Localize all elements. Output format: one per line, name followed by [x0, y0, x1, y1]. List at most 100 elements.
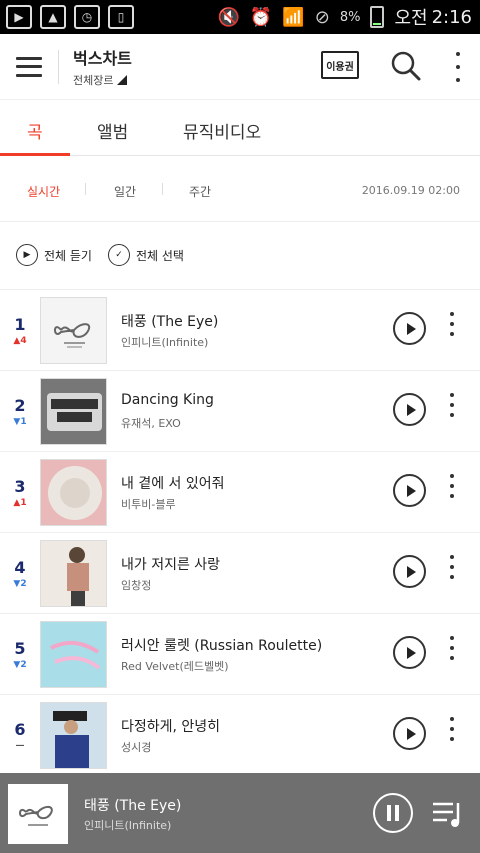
play-icon: [406, 403, 416, 416]
row-more-button[interactable]: [446, 393, 458, 417]
rank-number: 1: [14, 315, 26, 334]
song-artist[interactable]: 성시경: [121, 739, 151, 755]
check-circle-icon: ✓: [108, 244, 130, 266]
battery-icon: [370, 6, 385, 28]
more-options-button[interactable]: [450, 52, 466, 82]
pink-cover-icon: [48, 466, 102, 520]
row-more-button[interactable]: [446, 312, 458, 336]
list-item[interactable]: 6 — 다정하게, 안녕히 성시경: [0, 695, 480, 776]
song-artist[interactable]: 인피니트(Infinite): [121, 334, 208, 350]
mute-icon: 🔇: [217, 6, 240, 28]
play-button[interactable]: [393, 393, 426, 426]
play-button[interactable]: [393, 636, 426, 669]
row-more-button[interactable]: [446, 717, 458, 741]
ticket-button[interactable]: 이용권: [321, 51, 359, 79]
now-playing-cover[interactable]: [8, 784, 68, 844]
play-all-label: 전체 듣기: [44, 248, 92, 263]
page-title: 벅스차트: [73, 49, 132, 68]
row-more-button[interactable]: [446, 636, 458, 660]
play-button[interactable]: [393, 312, 426, 345]
tablet-clock-icon: ◷: [74, 5, 100, 29]
dropdown-corner-icon: [117, 75, 128, 85]
row-more-button[interactable]: [446, 555, 458, 579]
album-cover[interactable]: [40, 540, 107, 607]
song-artist[interactable]: 비투비-블루: [121, 496, 176, 512]
album-cover[interactable]: [40, 378, 107, 445]
chart-date: 2016.09.19 02:00: [361, 184, 460, 197]
playlist-button[interactable]: [431, 799, 465, 829]
pause-button[interactable]: [373, 793, 413, 833]
song-artist[interactable]: 유재석, EXO: [121, 415, 181, 431]
search-button[interactable]: [390, 50, 422, 82]
rank-change: ▼1: [13, 417, 27, 427]
rank-change: —: [15, 741, 25, 751]
select-all-label: 전체 선택: [136, 248, 184, 263]
row-more-button[interactable]: [446, 474, 458, 498]
song-artist[interactable]: 임창정: [121, 577, 151, 593]
pause-icon: [387, 805, 391, 821]
hamburger-icon: [16, 56, 42, 60]
play-icon: [406, 565, 416, 578]
song-title: 태풍 (The Eye): [121, 314, 219, 330]
dancing-king-cover-icon: [47, 393, 102, 431]
rank-change: ▼2: [13, 579, 27, 589]
list-item[interactable]: 1 ▲4 태풍 (The Eye) 인피니트(Infinite): [0, 290, 480, 371]
play-all-button[interactable]: ▶ 전체 듣기: [16, 244, 92, 266]
portrait-cover-icon: [67, 547, 89, 606]
rank-number: 3: [14, 477, 26, 496]
alarm-icon: ⏰: [249, 6, 273, 28]
song-title: 러시안 룰렛 (Russian Roulette): [121, 638, 323, 654]
tab-bar: 곡 앨범 뮤직비디오: [0, 100, 480, 156]
no-signal-icon: ⊘: [314, 6, 330, 28]
rank-change: ▲4: [13, 336, 27, 346]
tab-music-videos[interactable]: 뮤직비디오: [183, 118, 261, 143]
menu-button[interactable]: [16, 56, 42, 77]
now-playing-artist: 인피니트(Infinite): [84, 819, 172, 832]
select-all-button[interactable]: ✓ 전체 선택: [108, 244, 184, 266]
list-item[interactable]: 5 ▼2 러시안 룰렛 (Russian Roulette) Red Velve…: [0, 614, 480, 695]
song-artist[interactable]: Red Velvet(레드벨벳): [121, 658, 229, 674]
album-cover[interactable]: [40, 459, 107, 526]
rank-number: 2: [14, 396, 26, 415]
song-title: 내 곁에 서 있어줘: [121, 476, 225, 492]
traditional-portrait-cover-icon: [53, 711, 89, 768]
video-icon: ▶: [6, 5, 32, 29]
list-actions: ▶ 전체 듣기 ✓ 전체 선택: [0, 222, 480, 290]
playlist-icon: [433, 802, 460, 827]
album-cover[interactable]: [40, 702, 107, 769]
period-separator: [162, 183, 163, 195]
rank-number: 5: [14, 639, 26, 658]
chart-title-block[interactable]: 벅스차트 전체장르: [73, 45, 132, 88]
russian-roulette-cover-icon: [50, 640, 101, 670]
period-daily[interactable]: 일간: [114, 183, 136, 200]
tab-songs[interactable]: 곡: [27, 118, 43, 143]
play-button[interactable]: [393, 555, 426, 588]
album-cover[interactable]: [40, 297, 107, 364]
gallery-icon: ▲: [40, 5, 66, 29]
period-realtime[interactable]: 실시간: [27, 183, 60, 200]
album-cover[interactable]: [40, 621, 107, 688]
mini-player[interactable]: 태풍 (The Eye) 인피니트(Infinite): [0, 773, 480, 853]
play-button[interactable]: [393, 474, 426, 507]
play-icon: [406, 484, 416, 497]
tab-albums[interactable]: 앨범: [97, 118, 128, 143]
play-icon: [406, 646, 416, 659]
list-item[interactable]: 3 ▲1 내 곁에 서 있어줘 비투비-블루: [0, 452, 480, 533]
song-title: Dancing King: [121, 392, 214, 408]
status-ampm: 오전: [394, 8, 428, 29]
period-filter: 실시간 일간 주간 2016.09.19 02:00: [0, 156, 480, 222]
rank-change: ▲1: [13, 498, 27, 508]
status-bar: ▶ ▲ ◷ ▯ 🔇 ⏰ 📶 ⊘ 8% 오전 2:16: [0, 0, 480, 34]
genre-selector[interactable]: 전체장르: [73, 72, 132, 88]
play-button[interactable]: [393, 717, 426, 750]
rank-number: 4: [14, 558, 26, 577]
rank-number: 6: [14, 720, 26, 739]
period-weekly[interactable]: 주간: [189, 183, 211, 200]
list-item[interactable]: 4 ▼2 내가 저지른 사랑 임창정: [0, 533, 480, 614]
chart-list: 1 ▲4 태풍 (The Eye) 인피니트(Infinite) 2 ▼1 Da…: [0, 290, 480, 776]
status-time: 2:16: [431, 6, 472, 28]
song-title: 내가 저지른 사랑: [121, 557, 221, 573]
play-circle-icon: ▶: [16, 244, 38, 266]
list-item[interactable]: 2 ▼1 Dancing King 유재석, EXO: [0, 371, 480, 452]
rank-change: ▼2: [13, 660, 27, 670]
